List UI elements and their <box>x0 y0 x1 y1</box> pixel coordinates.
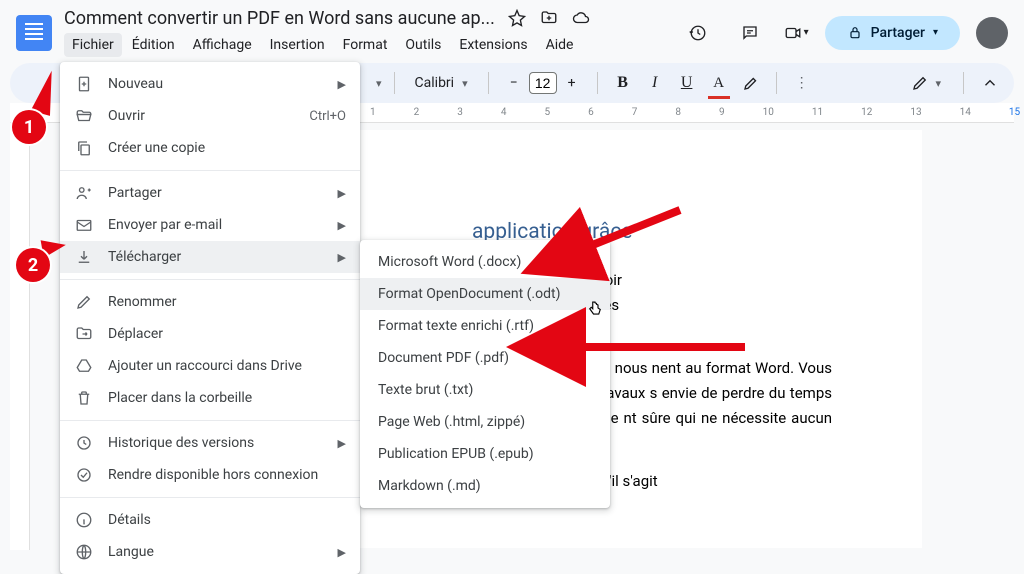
menu-edition[interactable]: Édition <box>124 33 183 57</box>
italic-button[interactable]: I <box>642 69 668 97</box>
more-tools-icon[interactable]: ⋮ <box>789 69 815 97</box>
menu-fichier[interactable]: Fichier <box>64 33 122 57</box>
trash-icon <box>74 389 94 407</box>
font-size-increase[interactable]: + <box>559 69 585 97</box>
menubar: Fichier Édition Affichage Insertion Form… <box>64 33 668 57</box>
mail-icon <box>74 216 94 234</box>
rename-pencil-icon <box>74 293 94 311</box>
menu-item-telecharger[interactable]: Télécharger ▶ <box>60 241 360 273</box>
menu-item-copie[interactable]: Créer une copie <box>60 132 360 164</box>
copy-icon <box>74 139 94 157</box>
menu-item-renommer[interactable]: Renommer <box>60 286 360 318</box>
new-doc-icon <box>74 75 94 93</box>
vertical-ruler[interactable] <box>10 128 30 550</box>
cursor-pointer-icon <box>586 298 604 322</box>
download-odt[interactable]: Format OpenDocument (.odt) <box>360 278 610 310</box>
docs-app-icon[interactable] <box>16 15 52 51</box>
menu-item-partager[interactable]: Partager ▶ <box>60 177 360 209</box>
menu-item-historique[interactable]: Historique des versions ▶ <box>60 427 360 459</box>
menu-item-hors-connexion[interactable]: Rendre disponible hors connexion <box>60 459 360 491</box>
file-menu: Nouveau ▶ Ouvrir Ctrl+O Créer une copie … <box>60 62 360 574</box>
menu-affichage[interactable]: Affichage <box>185 33 260 57</box>
star-icon[interactable] <box>508 9 526 31</box>
offline-icon <box>74 466 94 484</box>
menu-item-corbeille[interactable]: Placer dans la corbeille <box>60 382 360 414</box>
font-size-decrease[interactable]: − <box>501 69 527 97</box>
share-button-label: Partager <box>871 25 925 41</box>
move-to-folder-icon[interactable] <box>540 9 558 31</box>
download-txt[interactable]: Texte brut (.txt) <box>360 374 610 406</box>
menu-item-ouvrir[interactable]: Ouvrir Ctrl+O <box>60 100 360 132</box>
menu-aide[interactable]: Aide <box>538 33 582 57</box>
highlight-button[interactable] <box>738 69 764 97</box>
submenu-arrow-icon: ▶ <box>338 78 346 91</box>
move-folder-icon <box>74 325 94 343</box>
font-family-label: Calibri <box>415 75 455 91</box>
download-epub[interactable]: Publication EPUB (.epub) <box>360 438 610 470</box>
menu-item-raccourci-drive[interactable]: Ajouter un raccourci dans Drive <box>60 350 360 382</box>
history-icon[interactable] <box>680 15 716 51</box>
menu-insertion[interactable]: Insertion <box>262 33 333 57</box>
cloud-status-icon[interactable] <box>572 9 590 31</box>
underline-button[interactable]: U <box>674 69 700 97</box>
share-button[interactable]: Partager ▾ <box>825 16 960 50</box>
menu-outils[interactable]: Outils <box>397 33 449 57</box>
annotation-arrow <box>560 332 750 366</box>
annotation-step-1: 1 <box>12 110 46 144</box>
editing-mode-button[interactable]: ▾ <box>901 70 951 96</box>
download-icon <box>74 248 94 266</box>
menu-item-nouveau[interactable]: Nouveau ▶ <box>60 68 360 100</box>
info-icon <box>74 511 94 529</box>
menu-item-email[interactable]: Envoyer par e-mail ▶ <box>60 209 360 241</box>
collapse-toolbar-button[interactable] <box>976 69 1004 97</box>
globe-icon <box>74 543 94 561</box>
font-size-input[interactable] <box>529 72 557 94</box>
submenu-arrow-icon: ▶ <box>338 546 346 559</box>
text-color-button[interactable]: A <box>706 69 732 97</box>
download-html[interactable]: Page Web (.html, zippé) <box>360 406 610 438</box>
bold-button[interactable]: B <box>610 69 636 97</box>
shortcut-label: Ctrl+O <box>309 109 346 124</box>
submenu-arrow-icon: ▶ <box>338 187 346 200</box>
history-clock-icon <box>74 434 94 452</box>
menu-item-details[interactable]: Détails <box>60 504 360 536</box>
download-submenu: Microsoft Word (.docx) Format OpenDocume… <box>360 240 610 508</box>
font-family-select[interactable]: Calibri ▾ <box>407 75 476 91</box>
menu-extensions[interactable]: Extensions <box>451 33 535 57</box>
annotation-arrow <box>570 200 690 264</box>
menu-item-deplacer[interactable]: Déplacer <box>60 318 360 350</box>
drive-shortcut-icon <box>74 357 94 375</box>
document-title[interactable]: Comment convertir un PDF en Word sans au… <box>64 8 495 29</box>
submenu-arrow-icon: ▶ <box>338 437 346 450</box>
download-md[interactable]: Markdown (.md) <box>360 470 610 502</box>
meet-icon[interactable]: ▾ <box>784 15 809 51</box>
menu-item-langue[interactable]: Langue ▶ <box>60 536 360 568</box>
share-people-icon <box>74 184 94 202</box>
submenu-arrow-icon: ▶ <box>338 219 346 232</box>
style-dropdown-arrow[interactable]: ▾ <box>376 77 382 90</box>
user-avatar[interactable] <box>976 17 1008 49</box>
submenu-arrow-icon: ▶ <box>338 251 346 264</box>
annotation-step-2: 2 <box>16 248 50 282</box>
menu-format[interactable]: Format <box>335 33 396 57</box>
folder-open-icon <box>74 107 94 125</box>
comments-icon[interactable] <box>732 15 768 51</box>
